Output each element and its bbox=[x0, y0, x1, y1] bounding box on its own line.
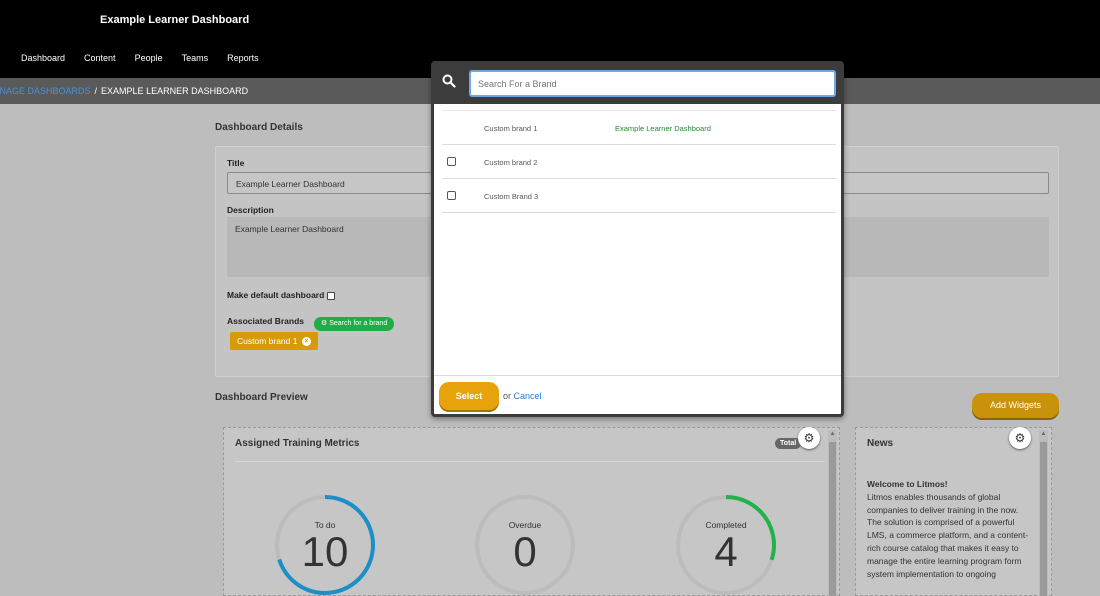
description-label: Description bbox=[227, 205, 274, 215]
search-brand-label: Search for a brand bbox=[329, 320, 388, 327]
gauge-overdue-value: 0 bbox=[513, 528, 537, 575]
cancel-link[interactable]: Cancel bbox=[514, 391, 542, 401]
nav-people[interactable]: People bbox=[135, 53, 163, 63]
brand-tag-label: Custom brand 1 bbox=[237, 336, 298, 346]
search-icon bbox=[442, 74, 456, 88]
news-body: Welcome to Litmos! Litmos enables thousa… bbox=[867, 478, 1029, 580]
gauge-todo-value: 10 bbox=[301, 528, 349, 575]
brand-row-checkbox[interactable] bbox=[447, 191, 456, 200]
associated-brands-label: Associated Brands bbox=[227, 316, 304, 326]
breadcrumb-current: EXAMPLE LEARNER DASHBOARD bbox=[101, 86, 249, 96]
brand-row[interactable]: Custom brand 2 bbox=[442, 145, 836, 179]
metrics-scrollbar[interactable]: ▲ bbox=[828, 430, 837, 596]
brand-row-name: Custom Brand 3 bbox=[484, 192, 539, 201]
gauge-completed-value: 4 bbox=[714, 528, 738, 575]
or-cancel: or Cancel bbox=[503, 391, 542, 401]
preview-section-title: Dashboard Preview bbox=[215, 392, 308, 403]
app-title: Example Learner Dashboard bbox=[100, 14, 250, 26]
brand-search-input[interactable] bbox=[469, 70, 836, 97]
modal-header bbox=[434, 64, 841, 104]
metrics-widget: Assigned Training Metrics Total To do 10… bbox=[223, 427, 840, 596]
news-settings-gear-icon[interactable]: ⚙ bbox=[1009, 427, 1031, 449]
remove-circle-icon[interactable]: × bbox=[301, 337, 311, 347]
add-widgets-button[interactable]: Add Widgets bbox=[972, 393, 1059, 418]
news-headline: Welcome to Litmos! bbox=[867, 479, 948, 489]
brand-row-checkbox[interactable] bbox=[447, 157, 456, 166]
nav-dashboard[interactable]: Dashboard bbox=[21, 53, 65, 63]
brand-row-dashboard: Example Learner Dashboard bbox=[615, 124, 711, 133]
gear-icon: ⚙ bbox=[321, 320, 328, 327]
breadcrumb: MANAGE DASHBOARDS/EXAMPLE LEARNER DASHBO… bbox=[0, 86, 248, 96]
metrics-widget-title: Assigned Training Metrics bbox=[235, 438, 360, 449]
default-dashboard-row: Make default dashboard bbox=[227, 290, 336, 300]
news-scrollbar[interactable]: ▲ bbox=[1039, 430, 1048, 596]
modal-footer-divider bbox=[434, 375, 841, 376]
scroll-up-icon[interactable]: ▲ bbox=[828, 430, 837, 439]
scrollbar-thumb[interactable] bbox=[1040, 442, 1047, 596]
main-nav: Dashboard Content People Teams Reports bbox=[21, 53, 278, 63]
breadcrumb-separator: / bbox=[94, 86, 98, 96]
brand-tag: Custom brand 1 × bbox=[230, 332, 318, 350]
nav-teams[interactable]: Teams bbox=[182, 53, 209, 63]
brand-row-name: Custom brand 1 bbox=[484, 124, 538, 133]
brand-row-name: Custom brand 2 bbox=[484, 158, 538, 167]
brand-row[interactable]: Custom brand 1 Example Learner Dashboard bbox=[442, 111, 836, 145]
metrics-settings-gear-icon[interactable]: ⚙ bbox=[798, 427, 820, 449]
news-text: Litmos enables thousands of global compa… bbox=[867, 491, 1029, 579]
nav-content[interactable]: Content bbox=[84, 53, 116, 63]
news-widget: News Welcome to Litmos! Litmos enables t… bbox=[855, 427, 1052, 596]
scrollbar-thumb[interactable] bbox=[829, 442, 836, 596]
title-label: Title bbox=[227, 158, 245, 168]
details-section-title: Dashboard Details bbox=[215, 122, 303, 133]
select-button[interactable]: Select bbox=[439, 382, 499, 410]
search-brand-button[interactable]: ⚙ Search for a brand bbox=[314, 317, 395, 331]
default-dashboard-label: Make default dashboard bbox=[227, 290, 325, 300]
brand-search-modal: Custom brand 1 Example Learner Dashboard… bbox=[431, 61, 844, 417]
brand-row[interactable]: Custom Brand 3 bbox=[442, 179, 836, 213]
default-dashboard-checkbox[interactable] bbox=[327, 291, 336, 300]
widget-divider bbox=[235, 461, 825, 462]
scroll-up-icon[interactable]: ▲ bbox=[1039, 430, 1048, 439]
nav-reports[interactable]: Reports bbox=[227, 53, 259, 63]
news-widget-title: News bbox=[867, 438, 894, 449]
breadcrumb-parent-link[interactable]: MANAGE DASHBOARDS bbox=[0, 86, 91, 96]
or-text: or bbox=[503, 391, 512, 401]
